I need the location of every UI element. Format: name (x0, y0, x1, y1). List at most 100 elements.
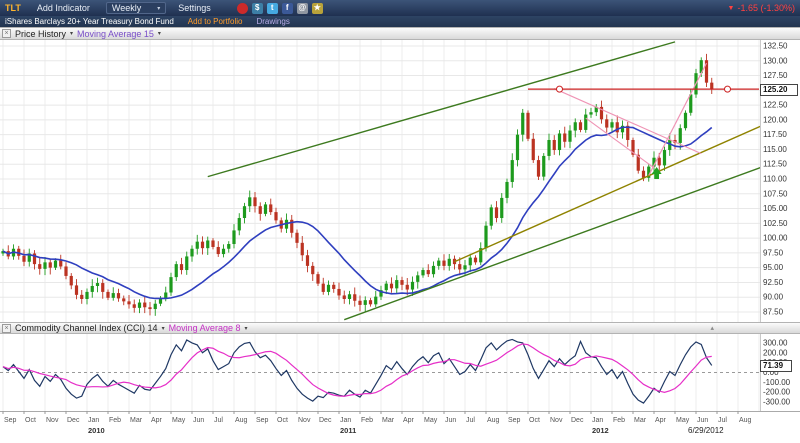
price-grid (0, 40, 760, 322)
month-label: Jun (697, 417, 708, 424)
price-axis-label: 95.00 (763, 263, 784, 272)
price-axis-label: 127.50 (763, 71, 788, 80)
month-label: Jan (88, 417, 99, 424)
drawing-handle-icon[interactable] (725, 86, 731, 92)
twitter-icon[interactable]: t (267, 3, 278, 14)
price-change: ▼ -1.65 (-1.30%) (728, 3, 795, 13)
add-to-portfolio-link[interactable]: Add to Portfolio (188, 17, 243, 26)
month-label: Mar (130, 417, 143, 424)
interval-dropdown[interactable]: Weekly ▾ (106, 2, 166, 14)
change-down-icon: ▼ (728, 5, 735, 12)
month-label: Nov (46, 417, 59, 424)
settings-menu[interactable]: Settings (178, 3, 211, 13)
year-label: 2010 (88, 426, 105, 435)
month-label: Oct (277, 417, 288, 424)
ma15-line (3, 127, 712, 298)
chevron-down-icon[interactable]: ▾ (244, 325, 247, 332)
month-label: Dec (67, 417, 80, 424)
month-label: Jul (214, 417, 223, 424)
month-label: Aug (739, 417, 752, 424)
price-axis-label: 100.00 (763, 234, 788, 243)
chevron-down-icon[interactable]: ▾ (70, 30, 73, 37)
pink-wedge-lower[interactable] (586, 118, 654, 168)
close-cci-panel-button[interactable]: × (2, 324, 11, 333)
close-price-panel-button[interactable]: × (2, 29, 11, 38)
price-panel-header: × Price History ▾ Moving Average 15 ▾ (0, 27, 800, 40)
month-label: May (424, 417, 438, 424)
month-label: Oct (529, 417, 540, 424)
add-indicator-menu[interactable]: Add Indicator (37, 3, 90, 13)
price-axis-label: 97.50 (763, 248, 784, 257)
price-axis-label: 122.50 (763, 101, 788, 110)
charting-app: TLT Add Indicator Weekly ▾ Settings $ tf @… (0, 0, 800, 443)
change-value: -1.65 (-1.30%) (737, 3, 795, 13)
month-label: Nov (298, 417, 311, 424)
stocktwits-icon[interactable]: $ (252, 3, 263, 14)
month-label: Oct (25, 417, 36, 424)
month-label: Jan (340, 417, 351, 424)
price-axis-label: 130.00 (763, 56, 788, 65)
chevron-down-icon[interactable]: ▾ (158, 30, 161, 37)
time-axis: Sep Oct Nov Dec Jan Feb Mar Apr May Jun Jul Aug Sep O… (0, 411, 800, 443)
upper-channel-line[interactable] (208, 42, 675, 177)
cci-axis-label: -300.00 (763, 398, 791, 407)
drawings[interactable] (208, 42, 770, 320)
month-label: Jan (592, 417, 603, 424)
collapse-panel-icon[interactable]: ▴ (710, 324, 714, 332)
buy-arrow[interactable] (652, 167, 662, 179)
month-label: Dec (571, 417, 584, 424)
month-label: Jun (445, 417, 456, 424)
facebook-icon[interactable]: f (282, 3, 293, 14)
month-label: May (676, 417, 690, 424)
month-label: Apr (151, 417, 163, 424)
pink-rising-line[interactable] (649, 63, 707, 175)
month-label: Sep (256, 417, 269, 424)
month-label: Sep (4, 417, 17, 424)
cci-axis-label: 200.00 (763, 348, 788, 357)
price-chart[interactable]: 132.50130.00127.50125.00122.50120.00117.… (0, 40, 800, 322)
month-label: Sep (508, 417, 521, 424)
month-label: Feb (613, 417, 625, 424)
alert-icon[interactable] (237, 3, 248, 14)
month-label: May (172, 417, 186, 424)
price-axis-label: 110.00 (763, 175, 787, 184)
month-label: Feb (361, 417, 373, 424)
month-label: Mar (634, 417, 647, 424)
interval-value: Weekly (112, 3, 141, 13)
symbol-label[interactable]: TLT (5, 3, 21, 13)
symbol-subbar: iShares Barclays 20+ Year Treasury Bond … (0, 16, 800, 27)
month-label: Jul (718, 417, 727, 424)
last-price-box: 125.20 (760, 84, 798, 96)
axis-date-label: 6/29/2012 (688, 426, 724, 435)
price-axis-label: 92.50 (763, 278, 784, 287)
cci-chart[interactable]: 300.00200.00100.000.00-100.00-200.00-300… (0, 334, 800, 411)
cci-axis-label: -200.00 (763, 388, 791, 397)
chevron-down-icon: ▾ (157, 5, 160, 12)
favorites-icon[interactable]: ★ (312, 3, 323, 14)
month-label: Feb (109, 417, 121, 424)
price-axis-label: 132.50 (763, 42, 788, 51)
cci-overlay-label[interactable]: Moving Average 8 (169, 323, 241, 333)
price-axis-label: 102.50 (763, 219, 788, 228)
cci-panel-title[interactable]: Commodity Channel Index (CCI) 14 (15, 323, 158, 333)
price-axis-label: 87.50 (763, 308, 784, 317)
year-label: 2012 (592, 426, 609, 435)
cci-line (3, 339, 712, 403)
price-axis-label: 107.50 (763, 189, 788, 198)
drawings-menu[interactable]: Drawings (256, 17, 289, 26)
lower-channel-line[interactable] (344, 164, 769, 319)
price-axis-label: 115.00 (763, 145, 787, 154)
cci-axis-label: -100.00 (763, 378, 791, 387)
price-axis-label: 112.50 (763, 160, 787, 169)
email-icon[interactable]: @ (297, 3, 308, 14)
top-toolbar: TLT Add Indicator Weekly ▾ Settings $ tf @… (0, 0, 800, 16)
year-label: 2011 (340, 426, 356, 435)
price-axis-label: 117.50 (763, 130, 787, 139)
price-axis-label: 105.00 (763, 204, 788, 213)
price-panel-title[interactable]: Price History (15, 29, 66, 39)
price-overlay-label[interactable]: Moving Average 15 (77, 29, 154, 39)
cci-axis-label: 300.00 (763, 338, 788, 347)
chevron-down-icon[interactable]: ▾ (162, 325, 165, 332)
month-label: Aug (487, 417, 500, 424)
drawing-handle-icon[interactable] (557, 86, 563, 92)
